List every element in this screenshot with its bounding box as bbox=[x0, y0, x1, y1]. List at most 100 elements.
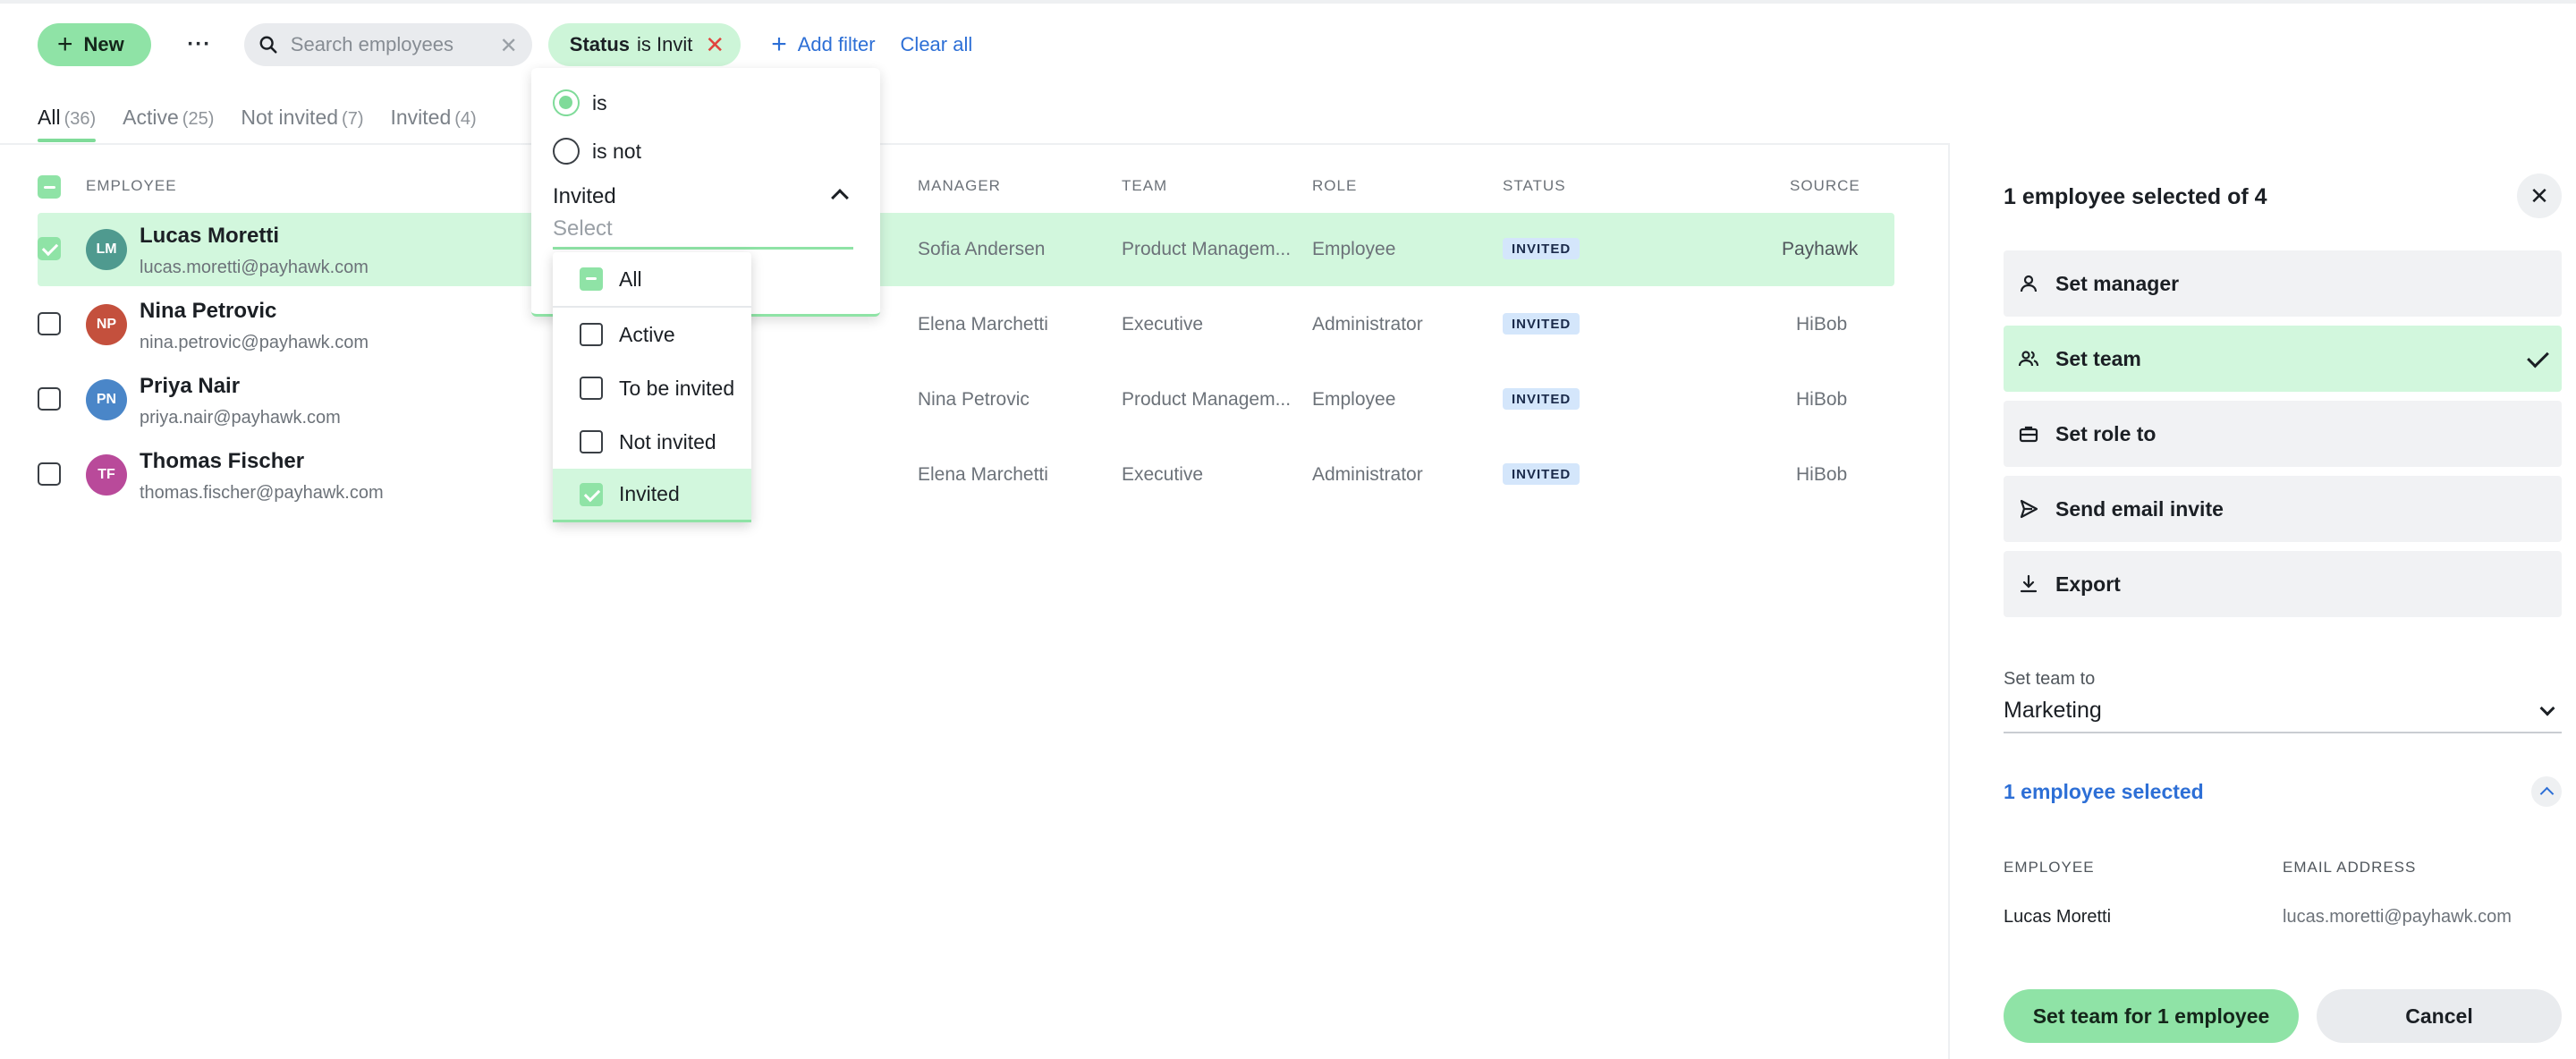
avatar: PN bbox=[86, 379, 127, 420]
operator-is-radio[interactable]: is bbox=[553, 89, 607, 116]
tab-label: Invited bbox=[390, 106, 452, 129]
tab-invited[interactable]: Invited (4) bbox=[390, 106, 476, 142]
manager-cell: Sofia Andersen bbox=[918, 239, 1046, 259]
add-filter-button[interactable]: + Add filter bbox=[771, 31, 875, 58]
status-badge: INVITED bbox=[1503, 388, 1580, 410]
action-label: Set manager bbox=[2055, 271, 2180, 295]
search-box: ✕ bbox=[243, 23, 532, 66]
tab-label: Active bbox=[123, 106, 179, 129]
table-row[interactable]: TF Thomas Fischer thomas.fischer@payhawk… bbox=[38, 438, 1894, 512]
set-role-action[interactable]: Set role to bbox=[2004, 401, 2562, 467]
employee-name: Lucas Moretti bbox=[140, 224, 280, 248]
cancel-button[interactable]: Cancel bbox=[2317, 989, 2562, 1043]
checked-checkbox-icon bbox=[580, 482, 603, 506]
checkbox-icon bbox=[580, 323, 603, 346]
toolbar: + New ··· ✕ Status is Invit ✕ + Add filt… bbox=[38, 23, 972, 66]
set-team-action[interactable]: Set team bbox=[2004, 326, 2562, 392]
option-active[interactable]: Active bbox=[553, 308, 751, 361]
mini-header-employee: EMPLOYEE bbox=[2004, 859, 2095, 876]
employee-email: thomas.fischer@payhawk.com bbox=[140, 483, 384, 503]
status-select-input[interactable] bbox=[553, 216, 853, 250]
option-label: Not invited bbox=[619, 429, 716, 453]
tab-active[interactable]: Active (25) bbox=[123, 106, 214, 142]
chevron-up-icon[interactable] bbox=[2531, 776, 2562, 807]
table-row[interactable]: PN Priya Nair priya.nair@payhawk.com Nin… bbox=[38, 363, 1894, 436]
team-cell: Executive bbox=[1122, 314, 1204, 335]
tab-count: (7) bbox=[342, 109, 364, 129]
tab-all[interactable]: All (36) bbox=[38, 106, 97, 142]
set-manager-action[interactable]: Set manager bbox=[2004, 250, 2562, 317]
row-checkbox[interactable] bbox=[38, 237, 61, 260]
role-cell: Administrator bbox=[1312, 464, 1423, 485]
selected-employees-toggle[interactable]: 1 employee selected bbox=[2004, 780, 2204, 804]
row-checkbox[interactable] bbox=[38, 312, 61, 335]
tabs-divider bbox=[0, 143, 1948, 145]
tab-not-invited[interactable]: Not invited (7) bbox=[241, 106, 363, 142]
source-cell: HiBob bbox=[1796, 464, 1848, 485]
more-options-icon[interactable]: ··· bbox=[178, 23, 221, 66]
bulk-actions-panel: 1 employee selected of 4 ✕ Set manager S… bbox=[1948, 143, 2576, 1059]
table-row[interactable]: NP Nina Petrovic nina.petrovic@payhawk.c… bbox=[38, 288, 1894, 361]
status-filter-chip[interactable]: Status is Invit ✕ bbox=[547, 23, 741, 66]
avatar: NP bbox=[86, 304, 127, 345]
check-icon bbox=[2527, 345, 2549, 369]
table-row[interactable]: LM Lucas Moretti lucas.moretti@payhawk.c… bbox=[38, 213, 1894, 286]
tab-label: All bbox=[38, 106, 61, 129]
tab-label: Not invited bbox=[241, 106, 339, 129]
manager-cell: Nina Petrovic bbox=[918, 389, 1030, 410]
download-icon bbox=[2020, 574, 2038, 593]
source-cell: HiBob bbox=[1796, 389, 1848, 410]
new-button[interactable]: + New bbox=[38, 23, 151, 66]
send-email-invite-action[interactable]: Send email invite bbox=[2004, 476, 2562, 542]
option-all[interactable]: All bbox=[553, 252, 751, 306]
role-cell: Employee bbox=[1312, 239, 1396, 259]
column-header-role[interactable]: ROLE bbox=[1312, 177, 1357, 195]
search-icon bbox=[259, 36, 277, 54]
mini-header-email: EMAIL ADDRESS bbox=[2283, 859, 2417, 876]
people-icon bbox=[2018, 351, 2039, 367]
column-header-team[interactable]: TEAM bbox=[1122, 177, 1167, 195]
team-cell: Product Managem... bbox=[1122, 239, 1292, 259]
option-to-be-invited[interactable]: To be invited bbox=[553, 361, 751, 415]
column-header-status[interactable]: STATUS bbox=[1503, 177, 1566, 195]
action-label: Send email invite bbox=[2055, 496, 2224, 521]
checkbox-icon bbox=[580, 377, 603, 400]
avatar: LM bbox=[86, 229, 127, 270]
filter-chip-text: is Invit bbox=[637, 33, 693, 55]
add-filter-label: Add filter bbox=[797, 33, 876, 55]
manager-cell: Elena Marchetti bbox=[918, 314, 1048, 335]
set-team-submit-button[interactable]: Set team for 1 employee bbox=[2004, 989, 2299, 1043]
option-label: To be invited bbox=[619, 376, 735, 400]
option-invited[interactable]: Invited bbox=[553, 469, 751, 522]
status-badge: INVITED bbox=[1503, 238, 1580, 259]
operator-is-not-radio[interactable]: is not bbox=[553, 138, 641, 165]
team-select[interactable]: Marketing bbox=[2004, 698, 2562, 733]
mini-employee-email: lucas.moretti@payhawk.com bbox=[2283, 907, 2512, 927]
row-checkbox[interactable] bbox=[38, 387, 61, 411]
selected-status-value: Invited bbox=[553, 184, 616, 208]
source-cell: HiBob bbox=[1796, 314, 1848, 335]
option-not-invited[interactable]: Not invited bbox=[553, 415, 751, 469]
search-input[interactable] bbox=[290, 33, 496, 56]
row-checkbox[interactable] bbox=[38, 462, 61, 486]
remove-filter-icon[interactable]: ✕ bbox=[705, 33, 724, 56]
column-header-employee[interactable]: EMPLOYEE bbox=[86, 177, 177, 195]
indeterminate-checkbox-icon bbox=[580, 267, 603, 291]
close-icon[interactable]: ✕ bbox=[2517, 174, 2562, 218]
action-label: Set role to bbox=[2055, 421, 2157, 445]
radio-empty-icon bbox=[553, 138, 580, 165]
clear-all-link[interactable]: Clear all bbox=[901, 33, 973, 56]
select-all-checkbox[interactable] bbox=[38, 175, 61, 199]
chevron-up-icon[interactable] bbox=[831, 189, 849, 207]
new-button-label: New bbox=[83, 33, 124, 55]
status-options-list: All Active To be invited Not invited Inv… bbox=[553, 252, 751, 522]
send-icon bbox=[2020, 499, 2038, 519]
role-cell: Employee bbox=[1312, 389, 1396, 410]
column-header-manager[interactable]: MANAGER bbox=[918, 177, 1001, 195]
employee-email: priya.nair@payhawk.com bbox=[140, 408, 341, 428]
column-header-source[interactable]: SOURCE bbox=[1790, 177, 1860, 195]
status-badge: INVITED bbox=[1503, 313, 1580, 335]
export-action[interactable]: Export bbox=[2004, 551, 2562, 617]
set-team-label: Set team to bbox=[2004, 669, 2096, 689]
clear-search-icon[interactable]: ✕ bbox=[500, 33, 518, 59]
